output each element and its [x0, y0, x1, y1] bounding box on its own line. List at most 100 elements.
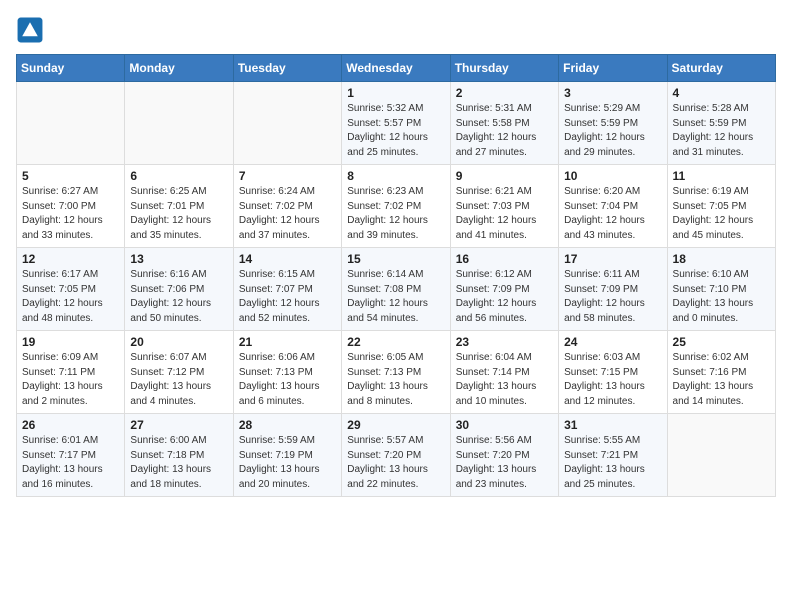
weekday-header-tuesday: Tuesday: [233, 55, 341, 82]
calendar-table: SundayMondayTuesdayWednesdayThursdayFrid…: [16, 54, 776, 497]
week-row-2: 5Sunrise: 6:27 AM Sunset: 7:00 PM Daylig…: [17, 165, 776, 248]
day-cell: 1 Sunrise: 5:32 AM Sunset: 5:57 PM Daylig…: [342, 82, 450, 165]
day-cell: 12 Sunrise: 6:17 AM Sunset: 7:05 PM Dayli…: [17, 248, 125, 331]
day-number: 3: [564, 86, 661, 100]
day-number: 7: [239, 169, 336, 183]
day-cell: [667, 414, 775, 497]
day-info: Sunrise: 6:15 AM Sunset: 7:07 PM Dayligh…: [239, 268, 336, 326]
day-cell: 24 Sunrise: 6:03 AM Sunset: 7:15 PM Dayli…: [559, 331, 667, 414]
weekday-header-wednesday: Wednesday: [342, 55, 450, 82]
week-row-1: 1 Sunrise: 5:32 AM Sunset: 5:57 PM Daylig…: [17, 82, 776, 165]
day-cell: 2 Sunrise: 5:31 AM Sunset: 5:58 PM Daylig…: [450, 82, 558, 165]
day-info: Sunrise: 6:11 AM Sunset: 7:09 PM Dayligh…: [564, 268, 661, 326]
day-cell: 10Sunrise: 6:20 AM Sunset: 7:04 PM Dayli…: [559, 165, 667, 248]
day-info: Sunrise: 5:59 AM Sunset: 7:19 PM Dayligh…: [239, 434, 336, 492]
day-number: 11: [673, 169, 770, 183]
day-number: 20: [130, 335, 227, 349]
day-number: 4: [673, 86, 770, 100]
weekday-header-sunday: Sunday: [17, 55, 125, 82]
day-cell: 31 Sunrise: 5:55 AM Sunset: 7:21 PM Dayli…: [559, 414, 667, 497]
day-number: 6: [130, 169, 227, 183]
day-info: Sunrise: 5:31 AM Sunset: 5:58 PM Dayligh…: [456, 102, 553, 160]
day-info: Sunrise: 6:27 AM Sunset: 7:00 PM Dayligh…: [22, 185, 119, 243]
day-cell: 4 Sunrise: 5:28 AM Sunset: 5:59 PM Daylig…: [667, 82, 775, 165]
day-info: Sunrise: 5:32 AM Sunset: 5:57 PM Dayligh…: [347, 102, 444, 160]
week-row-5: 26 Sunrise: 6:01 AM Sunset: 7:17 PM Dayli…: [17, 414, 776, 497]
week-row-3: 12 Sunrise: 6:17 AM Sunset: 7:05 PM Dayli…: [17, 248, 776, 331]
day-info: Sunrise: 5:55 AM Sunset: 7:21 PM Dayligh…: [564, 434, 661, 492]
day-number: 10: [564, 169, 661, 183]
day-number: 27: [130, 418, 227, 432]
day-cell: 17 Sunrise: 6:11 AM Sunset: 7:09 PM Dayli…: [559, 248, 667, 331]
day-info: Sunrise: 6:00 AM Sunset: 7:18 PM Dayligh…: [130, 434, 227, 492]
day-number: 21: [239, 335, 336, 349]
weekday-header-saturday: Saturday: [667, 55, 775, 82]
day-cell: 6 Sunrise: 6:25 AM Sunset: 7:01 PM Daylig…: [125, 165, 233, 248]
day-cell: 5Sunrise: 6:27 AM Sunset: 7:00 PM Daylig…: [17, 165, 125, 248]
day-info: Sunrise: 6:17 AM Sunset: 7:05 PM Dayligh…: [22, 268, 119, 326]
day-number: 28: [239, 418, 336, 432]
day-info: Sunrise: 6:24 AM Sunset: 7:02 PM Dayligh…: [239, 185, 336, 243]
day-number: 15: [347, 252, 444, 266]
logo-icon: [16, 16, 44, 44]
day-cell: 27 Sunrise: 6:00 AM Sunset: 7:18 PM Dayli…: [125, 414, 233, 497]
day-cell: [233, 82, 341, 165]
day-info: Sunrise: 6:25 AM Sunset: 7:01 PM Dayligh…: [130, 185, 227, 243]
day-info: Sunrise: 6:05 AM Sunset: 7:13 PM Dayligh…: [347, 351, 444, 409]
day-info: Sunrise: 6:10 AM Sunset: 7:10 PM Dayligh…: [673, 268, 770, 326]
day-cell: 25 Sunrise: 6:02 AM Sunset: 7:16 PM Dayli…: [667, 331, 775, 414]
day-cell: 7 Sunrise: 6:24 AM Sunset: 7:02 PM Daylig…: [233, 165, 341, 248]
day-number: 22: [347, 335, 444, 349]
day-cell: 20 Sunrise: 6:07 AM Sunset: 7:12 PM Dayli…: [125, 331, 233, 414]
day-number: 16: [456, 252, 553, 266]
day-number: 26: [22, 418, 119, 432]
day-number: 31: [564, 418, 661, 432]
weekday-header-thursday: Thursday: [450, 55, 558, 82]
day-info: Sunrise: 5:57 AM Sunset: 7:20 PM Dayligh…: [347, 434, 444, 492]
day-info: Sunrise: 6:07 AM Sunset: 7:12 PM Dayligh…: [130, 351, 227, 409]
weekday-header-friday: Friday: [559, 55, 667, 82]
day-cell: 8Sunrise: 6:23 AM Sunset: 7:02 PM Daylig…: [342, 165, 450, 248]
day-info: Sunrise: 6:16 AM Sunset: 7:06 PM Dayligh…: [130, 268, 227, 326]
day-info: Sunrise: 6:04 AM Sunset: 7:14 PM Dayligh…: [456, 351, 553, 409]
day-cell: 30 Sunrise: 5:56 AM Sunset: 7:20 PM Dayli…: [450, 414, 558, 497]
day-cell: 13 Sunrise: 6:16 AM Sunset: 7:06 PM Dayli…: [125, 248, 233, 331]
day-info: Sunrise: 6:14 AM Sunset: 7:08 PM Dayligh…: [347, 268, 444, 326]
day-cell: 28 Sunrise: 5:59 AM Sunset: 7:19 PM Dayli…: [233, 414, 341, 497]
day-number: 14: [239, 252, 336, 266]
day-info: Sunrise: 6:02 AM Sunset: 7:16 PM Dayligh…: [673, 351, 770, 409]
page-header: [16, 16, 776, 44]
day-cell: 18 Sunrise: 6:10 AM Sunset: 7:10 PM Dayli…: [667, 248, 775, 331]
day-number: 24: [564, 335, 661, 349]
day-info: Sunrise: 5:56 AM Sunset: 7:20 PM Dayligh…: [456, 434, 553, 492]
weekday-header-monday: Monday: [125, 55, 233, 82]
day-number: 13: [130, 252, 227, 266]
day-info: Sunrise: 6:12 AM Sunset: 7:09 PM Dayligh…: [456, 268, 553, 326]
day-cell: 11Sunrise: 6:19 AM Sunset: 7:05 PM Dayli…: [667, 165, 775, 248]
day-number: 18: [673, 252, 770, 266]
day-number: 12: [22, 252, 119, 266]
logo: [16, 16, 48, 44]
weekday-header-row: SundayMondayTuesdayWednesdayThursdayFrid…: [17, 55, 776, 82]
day-number: 25: [673, 335, 770, 349]
day-cell: 14 Sunrise: 6:15 AM Sunset: 7:07 PM Dayli…: [233, 248, 341, 331]
day-cell: 15 Sunrise: 6:14 AM Sunset: 7:08 PM Dayli…: [342, 248, 450, 331]
day-cell: 3Sunrise: 5:29 AM Sunset: 5:59 PM Daylig…: [559, 82, 667, 165]
day-number: 17: [564, 252, 661, 266]
day-cell: 21 Sunrise: 6:06 AM Sunset: 7:13 PM Dayli…: [233, 331, 341, 414]
day-number: 2: [456, 86, 553, 100]
day-info: Sunrise: 6:21 AM Sunset: 7:03 PM Dayligh…: [456, 185, 553, 243]
day-cell: [17, 82, 125, 165]
day-number: 19: [22, 335, 119, 349]
day-info: Sunrise: 6:01 AM Sunset: 7:17 PM Dayligh…: [22, 434, 119, 492]
day-number: 30: [456, 418, 553, 432]
day-number: 8: [347, 169, 444, 183]
day-info: Sunrise: 6:03 AM Sunset: 7:15 PM Dayligh…: [564, 351, 661, 409]
day-number: 9: [456, 169, 553, 183]
week-row-4: 19Sunrise: 6:09 AM Sunset: 7:11 PM Dayli…: [17, 331, 776, 414]
day-info: Sunrise: 6:06 AM Sunset: 7:13 PM Dayligh…: [239, 351, 336, 409]
day-cell: 26 Sunrise: 6:01 AM Sunset: 7:17 PM Dayli…: [17, 414, 125, 497]
day-info: Sunrise: 5:28 AM Sunset: 5:59 PM Dayligh…: [673, 102, 770, 160]
day-cell: 23Sunrise: 6:04 AM Sunset: 7:14 PM Dayli…: [450, 331, 558, 414]
day-number: 1: [347, 86, 444, 100]
